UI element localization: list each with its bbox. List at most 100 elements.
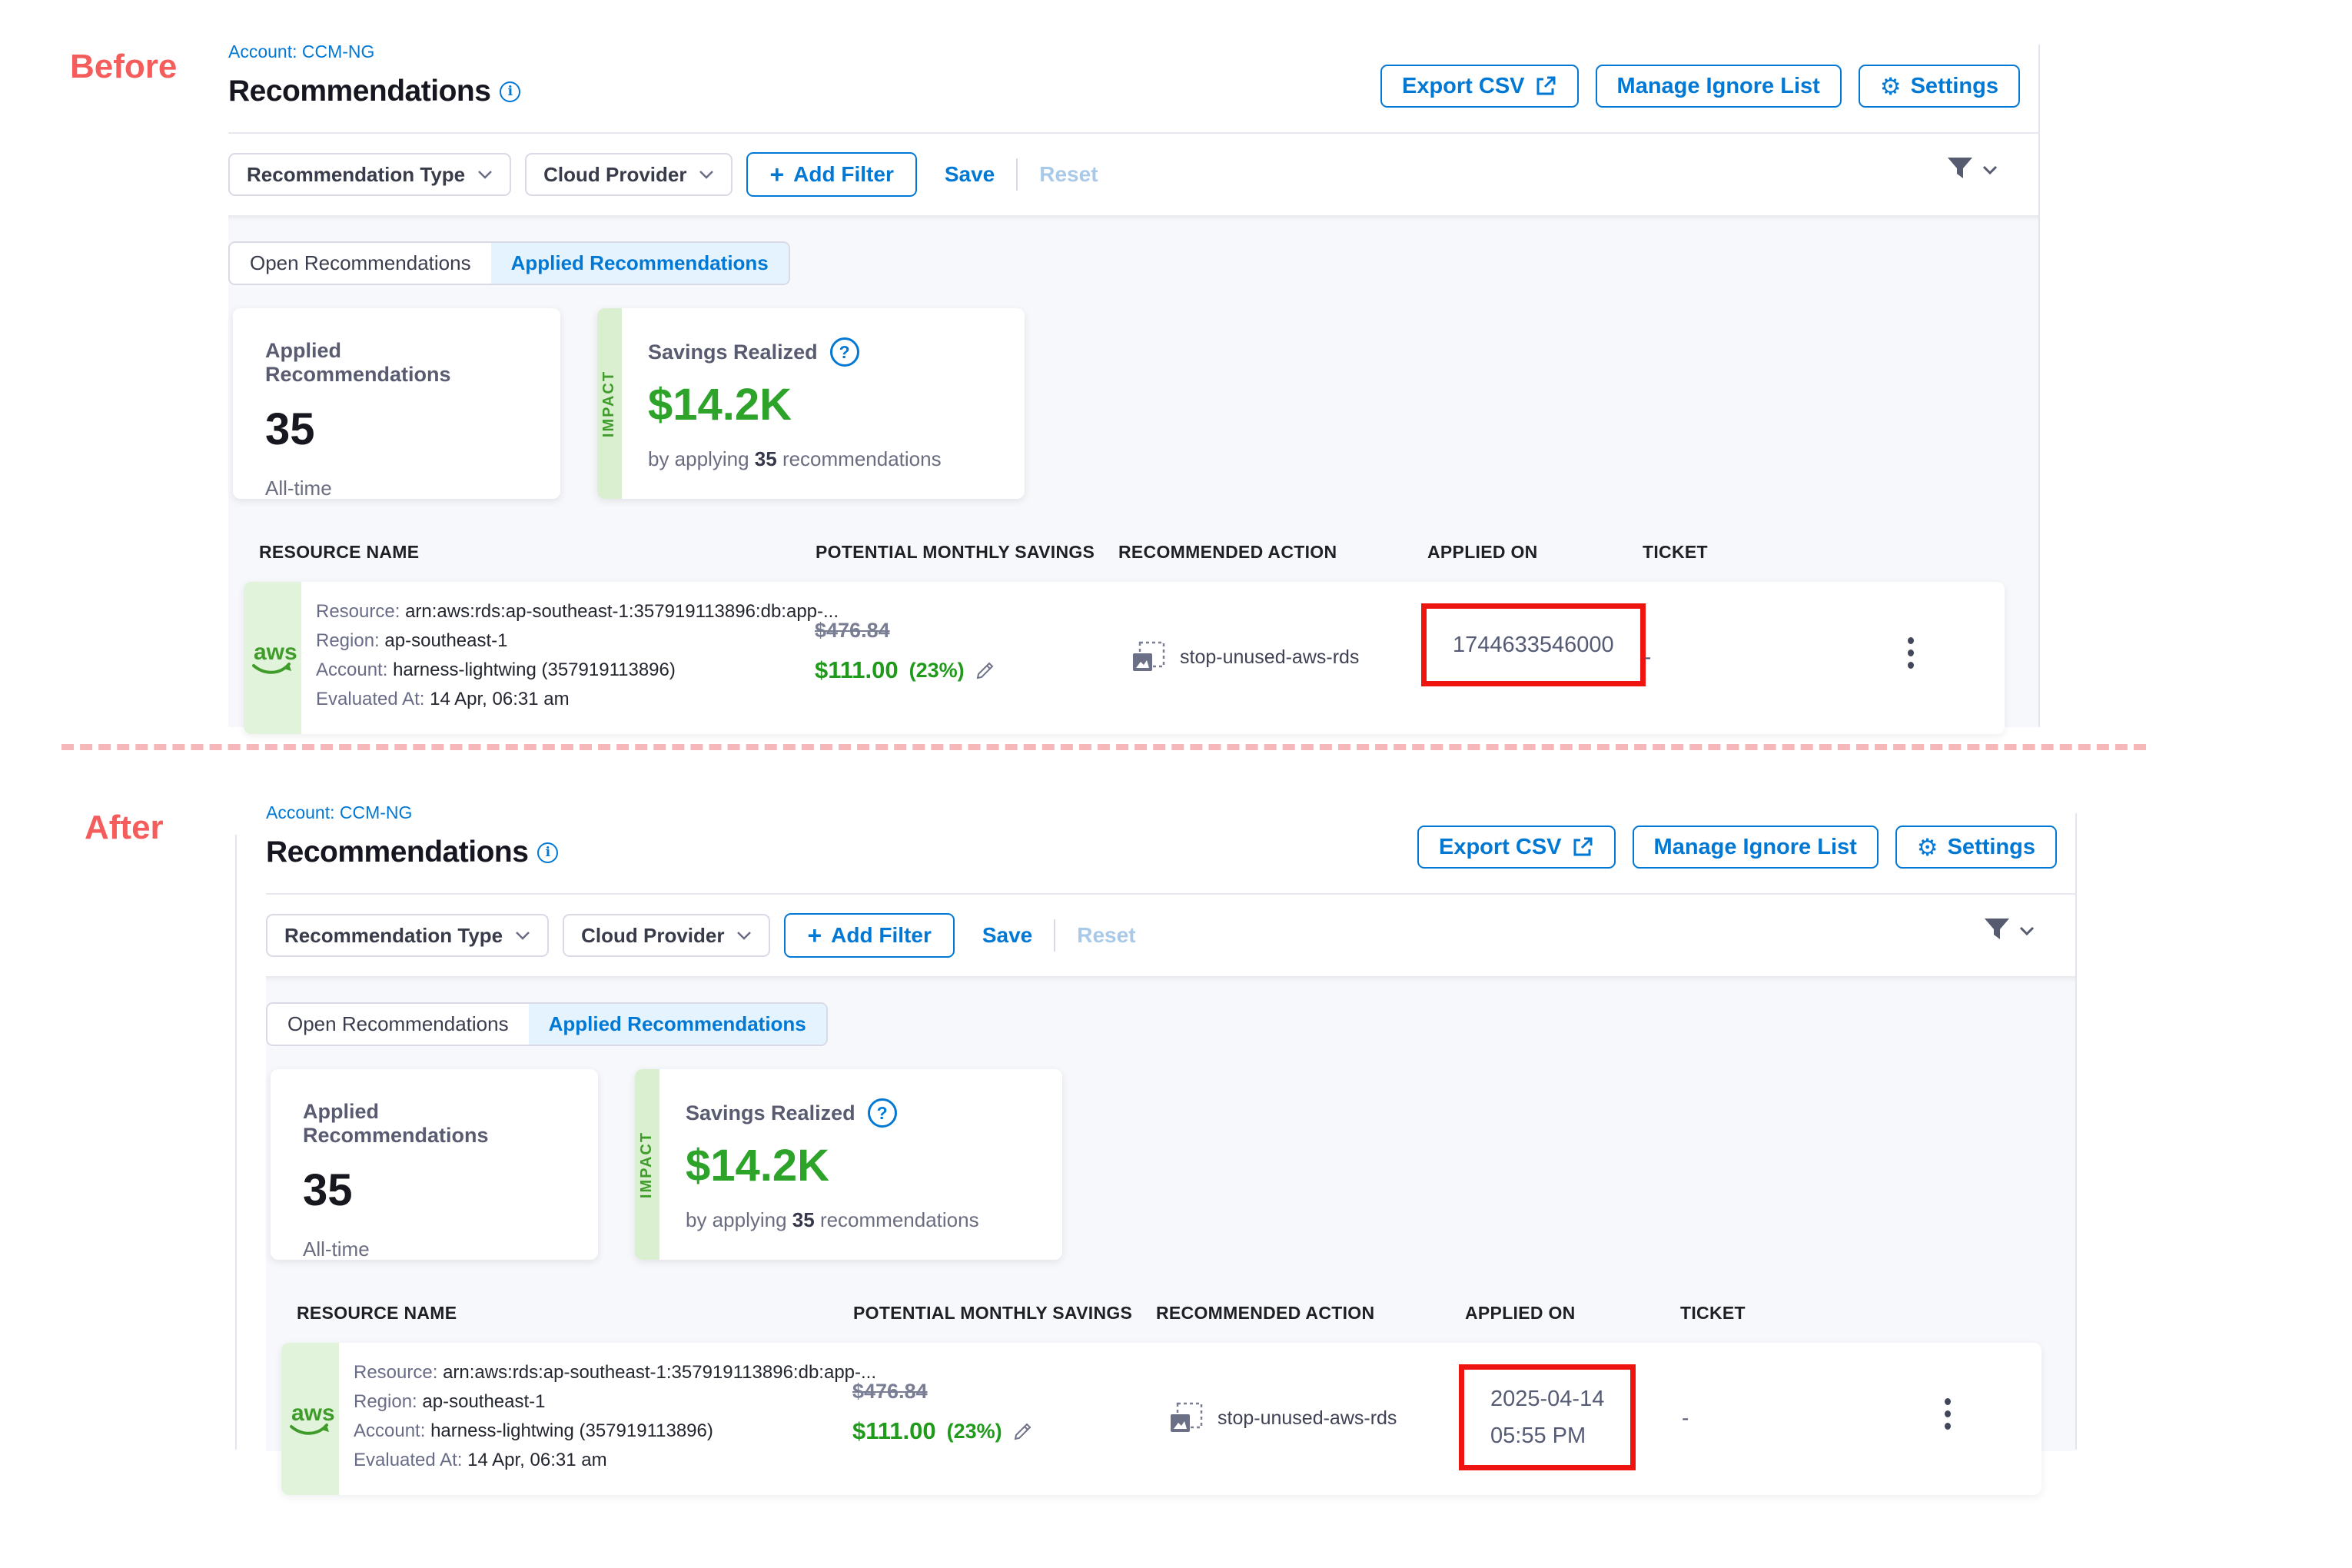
- settings-button[interactable]: ⚙ Settings: [1895, 826, 2057, 869]
- settings-button[interactable]: ⚙ Settings: [1859, 65, 2020, 108]
- page-boundary-line: [2038, 45, 2040, 727]
- applied-recommendations-card: Applied Recommendations 35 All-time: [271, 1069, 598, 1260]
- manage-ignore-list-label: Manage Ignore List: [1617, 74, 1820, 99]
- export-csv-label: Export CSV: [1402, 74, 1525, 99]
- recommendation-type-label: Recommendation Type: [284, 924, 503, 948]
- after-section: After Account: CCM-NG Recommendations i …: [266, 790, 2075, 1451]
- tab-open-recommendations[interactable]: Open Recommendations: [230, 243, 491, 284]
- row-menu-kebab-icon[interactable]: [1908, 637, 1914, 669]
- account-breadcrumb[interactable]: Account: CCM-NG: [266, 802, 2075, 823]
- filter-panel-toggle[interactable]: [1982, 916, 2035, 945]
- help-icon[interactable]: ?: [868, 1098, 897, 1128]
- column-header-resource-name: RESOURCE NAME: [259, 542, 419, 563]
- tab-applied-recommendations[interactable]: Applied Recommendations: [529, 1004, 826, 1045]
- account-breadcrumb[interactable]: Account: CCM-NG: [228, 42, 2038, 62]
- manage-ignore-list-button[interactable]: Manage Ignore List: [1596, 65, 1842, 108]
- divider: [1016, 158, 1018, 191]
- recommendation-type-label: Recommendation Type: [247, 163, 465, 187]
- original-cost: $476.84: [815, 619, 995, 643]
- cloud-provider-dropdown[interactable]: Cloud Provider: [563, 914, 770, 957]
- column-header-recommended-action: RECOMMENDED ACTION: [1156, 1303, 1374, 1324]
- table-row[interactable]: aws Resource: arn:aws:rds:ap-southeast-1…: [244, 582, 2005, 734]
- action-name: stop-unused-aws-rds: [1218, 1407, 1397, 1430]
- savings-value: $111.00: [815, 656, 899, 684]
- savings-percent: (23%): [909, 659, 965, 683]
- tab-open-recommendations[interactable]: Open Recommendations: [267, 1004, 529, 1045]
- table-header-row: RESOURCE NAME POTENTIAL MONTHLY SAVINGS …: [266, 1303, 2075, 1326]
- applied-period: All-time: [303, 1237, 566, 1261]
- applied-count: 35: [265, 404, 528, 455]
- original-cost: $476.84: [852, 1380, 1033, 1404]
- cloud-provider-label: Cloud Provider: [543, 163, 686, 187]
- recommended-action-cell: stop-unused-aws-rds: [1131, 640, 1359, 674]
- svg-text:aws: aws: [254, 639, 297, 665]
- filter-panel-toggle[interactable]: [1945, 155, 1998, 184]
- region-value: ap-southeast-1: [384, 630, 507, 651]
- cloud-provider-strip: aws: [281, 1343, 339, 1495]
- column-header-resource-name: RESOURCE NAME: [297, 1303, 457, 1324]
- edit-icon[interactable]: [1013, 1421, 1033, 1441]
- save-filter-button[interactable]: Save: [982, 923, 1032, 948]
- export-csv-button[interactable]: Export CSV: [1380, 65, 1579, 108]
- region-value: ap-southeast-1: [422, 1391, 545, 1412]
- row-menu-kebab-icon[interactable]: [1945, 1398, 1951, 1430]
- page-boundary-line: [2075, 813, 2077, 1450]
- applied-on-value-line2: 05:55 PM: [1490, 1417, 1604, 1454]
- info-icon[interactable]: i: [500, 81, 520, 102]
- add-filter-button[interactable]: + Add Filter: [784, 913, 954, 958]
- recommendation-type-dropdown[interactable]: Recommendation Type: [266, 914, 549, 957]
- reset-filter-button[interactable]: Reset: [1077, 923, 1135, 948]
- ticket-cell: -: [1644, 645, 1651, 669]
- applied-on-value: 2025-04-14: [1490, 1380, 1604, 1417]
- manage-ignore-list-button[interactable]: Manage Ignore List: [1633, 826, 1879, 869]
- cloud-provider-dropdown[interactable]: Cloud Provider: [525, 153, 733, 196]
- plus-icon: +: [769, 162, 784, 187]
- reset-filter-button[interactable]: Reset: [1039, 162, 1098, 187]
- chevron-down-icon: [515, 931, 530, 941]
- add-filter-button[interactable]: + Add Filter: [746, 152, 916, 197]
- savings-realized-card: IMPACT Savings Realized ? $14.2K by appl…: [635, 1069, 1062, 1260]
- impact-label: IMPACT: [639, 1131, 656, 1198]
- chevron-down-icon: [736, 931, 752, 941]
- column-header-ticket: TICKET: [1643, 542, 1708, 563]
- column-header-applied-on: APPLIED ON: [1465, 1303, 1576, 1324]
- add-filter-label: Add Filter: [831, 923, 932, 948]
- funnel-icon: [1945, 155, 1975, 184]
- svg-text:aws: aws: [291, 1400, 335, 1426]
- column-header-ticket: TICKET: [1680, 1303, 1746, 1324]
- divider: [1054, 919, 1055, 952]
- settings-label: Settings: [1911, 74, 1998, 99]
- filter-bar: Recommendation Type Cloud Provider + Add…: [228, 134, 2038, 215]
- settings-label: Settings: [1948, 835, 2035, 860]
- evaluated-at-value: 14 Apr, 06:31 am: [467, 1450, 606, 1470]
- recommendations-tabs: Open Recommendations Applied Recommendat…: [266, 1002, 828, 1046]
- info-icon[interactable]: i: [537, 842, 558, 863]
- help-icon[interactable]: ?: [830, 337, 859, 367]
- evaluated-at-value: 14 Apr, 06:31 am: [430, 689, 569, 709]
- cloud-provider-label: Cloud Provider: [581, 924, 724, 948]
- card-title: Savings Realized: [686, 1101, 855, 1125]
- recommendations-tabs: Open Recommendations Applied Recommendat…: [228, 241, 790, 285]
- chevron-down-icon: [2018, 925, 2035, 936]
- external-link-icon: [1571, 835, 1594, 859]
- impact-label: IMPACT: [601, 370, 619, 437]
- filter-bar: Recommendation Type Cloud Provider + Add…: [266, 895, 2075, 976]
- potential-savings-cell: $476.84 $111.00 (23%): [815, 619, 995, 684]
- recommendation-type-dropdown[interactable]: Recommendation Type: [228, 153, 511, 196]
- page-header: Account: CCM-NG Recommendations i Export…: [266, 790, 2075, 895]
- column-header-recommended-action: RECOMMENDED ACTION: [1118, 542, 1337, 563]
- resource-details: Resource: arn:aws:rds:ap-southeast-1:357…: [316, 597, 839, 714]
- applied-on-highlight-box: 2025-04-14 05:55 PM: [1459, 1364, 1636, 1470]
- tab-applied-recommendations[interactable]: Applied Recommendations: [491, 243, 789, 284]
- savings-realized-card: IMPACT Savings Realized ? $14.2K by appl…: [597, 308, 1025, 499]
- gear-icon: ⚙: [1917, 835, 1938, 859]
- savings-amount: $14.2K: [686, 1140, 979, 1191]
- export-csv-button[interactable]: Export CSV: [1417, 826, 1616, 869]
- table-row[interactable]: aws Resource: arn:aws:rds:ap-southeast-1…: [281, 1343, 2041, 1495]
- edit-icon[interactable]: [975, 660, 995, 680]
- annotation-label: Before: [70, 48, 177, 86]
- save-filter-button[interactable]: Save: [945, 162, 995, 187]
- plus-icon: +: [807, 923, 822, 948]
- column-header-potential-monthly-savings: POTENTIAL MONTHLY SAVINGS: [816, 542, 1095, 563]
- potential-savings-cell: $476.84 $111.00 (23%): [852, 1380, 1033, 1445]
